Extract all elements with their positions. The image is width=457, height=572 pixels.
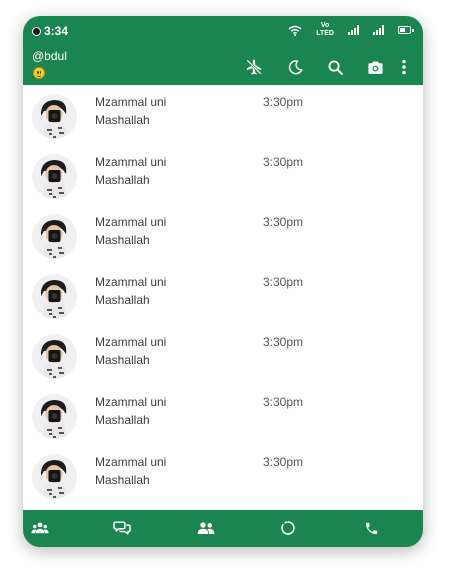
- volte-label-bottom: LTED: [316, 30, 334, 37]
- signal-icon: [373, 25, 384, 35]
- contact-avatar[interactable]: [32, 274, 77, 319]
- status-bar-icons: Vo LTED: [274, 22, 414, 38]
- camera-icon[interactable]: [365, 57, 385, 77]
- chat-row[interactable]: Mzammal uni 3:30pm Mashallah: [23, 391, 423, 451]
- last-message: Mashallah: [95, 113, 150, 127]
- community-icon[interactable]: [30, 518, 50, 538]
- contact-name: Mzammal uni: [95, 155, 167, 169]
- camera-dot-icon: [32, 26, 41, 36]
- chat-row[interactable]: Mzammal uni 3:30pm Mashallah: [23, 211, 423, 271]
- last-message: Mashallah: [95, 173, 150, 187]
- last-message: Mashallah: [95, 233, 150, 247]
- contacts-icon[interactable]: [196, 518, 216, 538]
- message-time: 3:30pm: [263, 455, 304, 469]
- chat-row[interactable]: Mzammal uni 3:30pm Mashallah: [23, 451, 423, 511]
- contact-avatar[interactable]: [32, 214, 77, 259]
- message-time: 3:30pm: [263, 215, 304, 229]
- status-bar-time: 3:34: [32, 24, 68, 38]
- calls-icon[interactable]: [361, 518, 381, 538]
- volte-label-top: Vo: [320, 22, 330, 29]
- battery-icon: [398, 26, 414, 34]
- contact-name: Mzammal uni: [95, 215, 167, 229]
- chat-list: Mzammal uni 3:30pm Mashallah Mzammal uni 3:3…: [23, 85, 423, 510]
- contact-name: Mzammal uni: [95, 455, 167, 469]
- chat-row[interactable]: Mzammal uni 3:30pm Mashallah: [23, 91, 423, 151]
- contact-name: Mzammal uni: [95, 275, 167, 289]
- message-time: 3:30pm: [263, 275, 304, 289]
- volte-icon: Vo LTED: [316, 22, 334, 38]
- contact-avatar[interactable]: [32, 154, 77, 199]
- username: @bdul: [32, 49, 67, 63]
- contact-avatar[interactable]: [32, 394, 77, 439]
- last-message: Mashallah: [95, 353, 150, 367]
- chat-row[interactable]: Mzammal uni 3:30pm Mashallah: [23, 331, 423, 391]
- last-message: Mashallah: [95, 293, 150, 307]
- chat-row[interactable]: Mzammal uni 3:30pm Mashallah: [23, 271, 423, 331]
- last-message: Mashallah: [95, 413, 150, 427]
- airplane-mode-off-icon[interactable]: [244, 57, 264, 77]
- message-time: 3:30pm: [263, 335, 304, 349]
- contact-avatar[interactable]: [32, 454, 77, 499]
- dark-mode-moon-icon[interactable]: [285, 57, 305, 77]
- app-header: 3:34 Vo LTED @bdul: [23, 16, 423, 85]
- wifi-icon: [288, 25, 302, 36]
- contact-avatar[interactable]: [32, 334, 77, 379]
- contact-name: Mzammal uni: [95, 335, 167, 349]
- clock: 3:34: [44, 24, 69, 38]
- message-time: 3:30pm: [263, 95, 304, 109]
- message-time: 3:30pm: [263, 155, 304, 169]
- bottom-nav: [23, 510, 423, 547]
- signal-icon: [348, 25, 359, 35]
- contact-name: Mzammal uni: [95, 395, 167, 409]
- status-icon[interactable]: [278, 518, 298, 538]
- message-time: 3:30pm: [263, 395, 304, 409]
- phone-frame: 3:34 Vo LTED @bdul Mzammal uni 3:30pm Ma…: [23, 16, 423, 547]
- more-vertical-icon[interactable]: [394, 57, 414, 77]
- search-icon[interactable]: [325, 57, 345, 77]
- chats-icon[interactable]: [112, 518, 132, 538]
- smiling-face-emoji: [33, 67, 45, 79]
- last-message: Mashallah: [95, 473, 150, 487]
- contact-name: Mzammal uni: [95, 95, 167, 109]
- chat-row[interactable]: Mzammal uni 3:30pm Mashallah: [23, 151, 423, 211]
- contact-avatar[interactable]: [32, 94, 77, 139]
